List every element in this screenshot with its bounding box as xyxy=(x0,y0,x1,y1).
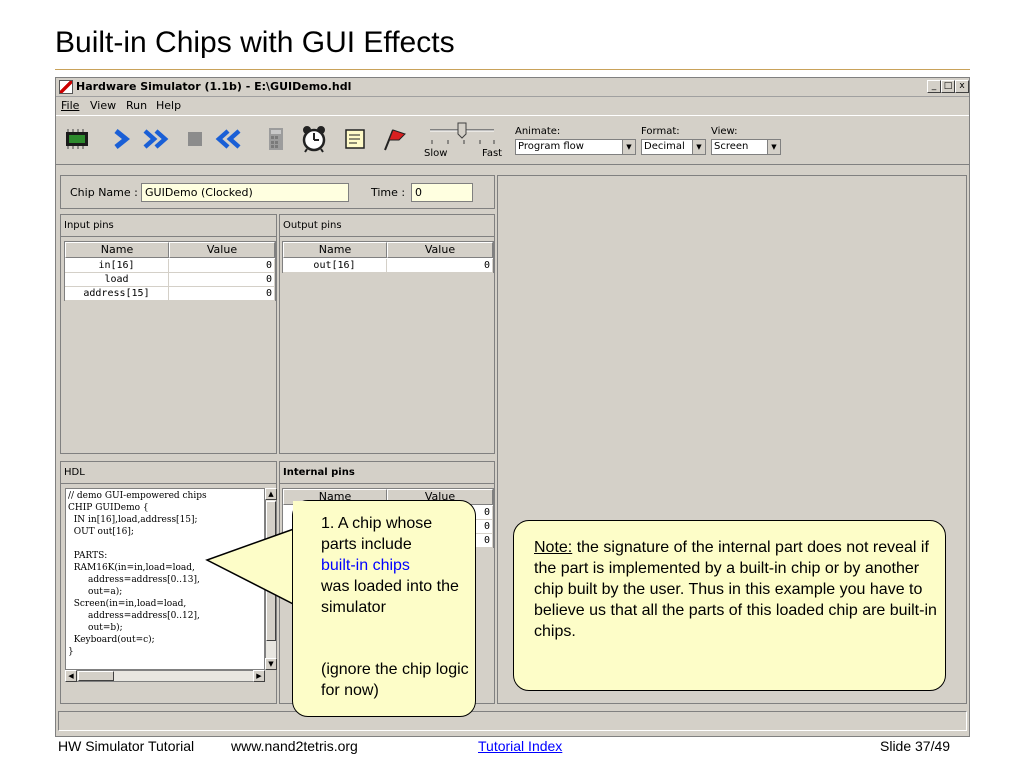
step-icon[interactable] xyxy=(106,124,136,154)
pin-value[interactable]: 0 xyxy=(169,259,275,273)
pin-value: 0 xyxy=(387,259,493,273)
breakpoint-flag-icon[interactable] xyxy=(378,124,408,154)
fast-forward-icon[interactable] xyxy=(141,124,171,154)
status-bar xyxy=(58,711,967,731)
toolbar: Slow Fast Animate: Program flow ▼ Format:… xyxy=(56,115,969,165)
note-body: the signature of the internal part does … xyxy=(534,539,937,640)
chip-icon[interactable] xyxy=(62,124,92,154)
fast-label: Fast xyxy=(482,148,503,159)
footer-title: HW Simulator Tutorial xyxy=(58,738,195,754)
column-header-value[interactable]: Value xyxy=(169,242,275,258)
callout-note: Note: the signature of the internal part… xyxy=(513,520,946,691)
slow-label: Slow xyxy=(424,148,448,159)
menu-file[interactable]: File xyxy=(61,99,79,112)
window-titlebar: Hardware Simulator (1.1b) - E:\GUIDemo.h… xyxy=(56,78,969,97)
pin-name: address[15] xyxy=(65,287,169,301)
view-select-value: Screen xyxy=(714,141,749,152)
menubar: File View Run Help xyxy=(56,97,969,113)
app-icon xyxy=(59,80,73,94)
chevron-down-icon: ▼ xyxy=(622,140,635,154)
output-pins-title: Output pins xyxy=(280,215,494,237)
chip-name-field: GUIDemo (Clocked) xyxy=(141,183,349,202)
callout-chip-parts-text: 1. A chip whose parts include built-in c… xyxy=(321,513,471,618)
calculator-icon[interactable] xyxy=(261,124,291,154)
chevron-down-icon: ▼ xyxy=(767,140,780,154)
chevron-down-icon: ▼ xyxy=(692,140,705,154)
slide-number: Slide 37/49 xyxy=(880,738,951,754)
column-header-name[interactable]: Name xyxy=(283,242,387,258)
callout-pointer-join xyxy=(293,501,313,611)
format-label: Format: xyxy=(641,126,680,137)
scroll-up-button[interactable]: ▲ xyxy=(265,488,277,500)
callout-line1: 1. A chip whose parts include xyxy=(321,515,433,553)
animate-select[interactable]: Program flow ▼ xyxy=(515,139,636,155)
format-select[interactable]: Decimal ▼ xyxy=(641,139,706,155)
scroll-left-button[interactable]: ◀ xyxy=(65,670,77,682)
time-field: 0 xyxy=(411,183,473,202)
callout-line2: was loaded into the simulator xyxy=(321,578,459,616)
chip-name-label: Chip Name : xyxy=(70,186,138,199)
callout-chip-parts: 1. A chip whose parts include built-in c… xyxy=(292,500,476,717)
tutorial-index-link[interactable]: Tutorial Index xyxy=(478,738,562,754)
menu-run[interactable]: Run xyxy=(126,99,147,112)
format-select-value: Decimal xyxy=(644,141,685,152)
animate-label: Animate: xyxy=(515,126,561,137)
window-title: Hardware Simulator (1.1b) - E:\GUIDemo.h… xyxy=(76,80,352,93)
input-pins-panel: Input pins Name Value in[16] 0 load 0 ad… xyxy=(60,214,277,454)
hdl-title: HDL xyxy=(61,462,276,484)
animate-select-value: Program flow xyxy=(518,141,584,152)
script-icon[interactable] xyxy=(340,124,370,154)
column-header-value[interactable]: Value xyxy=(387,242,493,258)
pin-value[interactable]: 0 xyxy=(169,287,275,301)
view-label: View: xyxy=(711,126,738,137)
output-pins-table: Name Value out[16] 0 xyxy=(282,241,494,273)
pin-name: load xyxy=(65,273,169,287)
minimize-button[interactable]: _ xyxy=(927,80,941,93)
slide-title: Built-in Chips with GUI Effects xyxy=(55,26,455,59)
hscroll-thumb[interactable] xyxy=(78,671,114,681)
input-pins-title: Input pins xyxy=(61,215,276,237)
footer-url: www.nand2tetris.org xyxy=(231,738,358,754)
title-divider xyxy=(55,69,970,70)
pin-name: in[16] xyxy=(65,259,169,273)
menu-view[interactable]: View xyxy=(90,99,116,112)
built-in-chips-link[interactable]: built-in chips xyxy=(321,557,410,574)
maximize-button[interactable]: □ xyxy=(941,80,955,93)
column-header-name[interactable]: Name xyxy=(65,242,169,258)
clock-icon[interactable] xyxy=(299,124,329,154)
pin-value[interactable]: 0 xyxy=(169,273,275,287)
callout-note-text: Note: the signature of the internal part… xyxy=(534,537,939,642)
time-label: Time : xyxy=(371,186,406,199)
menu-help[interactable]: Help xyxy=(156,99,181,112)
note-label: Note: xyxy=(534,539,573,556)
chip-info-panel: Chip Name : GUIDemo (Clocked) Time : 0 xyxy=(60,175,495,209)
input-pins-table: Name Value in[16] 0 load 0 address[15] 0 xyxy=(64,241,276,301)
rewind-icon[interactable] xyxy=(214,124,244,154)
callout-ignore-note: (ignore the chip logic for now) xyxy=(321,661,469,699)
pin-name: out[16] xyxy=(283,259,387,273)
speed-slider[interactable] xyxy=(424,122,504,146)
output-pins-panel: Output pins Name Value out[16] 0 xyxy=(279,214,495,454)
stop-icon[interactable] xyxy=(180,124,210,154)
close-button[interactable]: x xyxy=(955,80,969,93)
internal-pins-title: Internal pins xyxy=(280,462,494,484)
view-select[interactable]: Screen ▼ xyxy=(711,139,781,155)
